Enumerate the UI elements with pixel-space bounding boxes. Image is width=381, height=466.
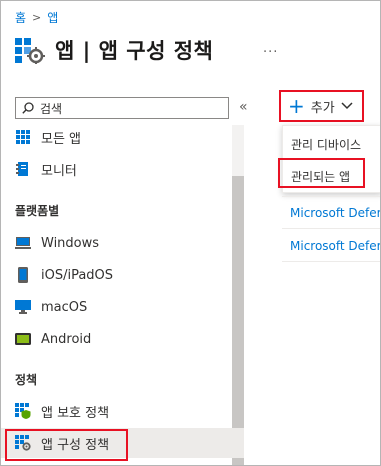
highlight-add-button xyxy=(279,90,364,122)
app-protection-icon xyxy=(15,403,31,419)
policy-link[interactable]: Microsoft Defer xyxy=(290,206,380,220)
sidebar-item-app-protection[interactable]: 앱 보호 정책 xyxy=(1,396,244,426)
search-icon xyxy=(22,102,34,114)
monitor-book-icon xyxy=(15,161,31,177)
app-window: 홈 > 앱 앱 | 앱 구성 정책 ... 검색 « 모든 앱 모니터 플랫폼별… xyxy=(0,0,381,466)
more-options-button[interactable]: ... xyxy=(263,41,278,56)
sidebar-item-label: macOS xyxy=(41,299,88,315)
page-title: 앱 | 앱 구성 정책 xyxy=(55,39,214,63)
highlight-managed-apps xyxy=(278,158,365,188)
app-config-gear-icon xyxy=(15,36,45,64)
sidebar-item-monitor[interactable]: 모니터 xyxy=(1,154,244,184)
macos-monitor-icon xyxy=(15,299,31,315)
sidebar-item-macos[interactable]: macOS xyxy=(1,292,244,322)
ios-phone-icon xyxy=(15,267,31,283)
all-apps-grid-icon xyxy=(15,129,31,145)
menu-item-managed-devices[interactable]: 관리 디바이스 xyxy=(291,136,361,153)
breadcrumb: 홈 > 앱 xyxy=(15,9,58,26)
sidebar-item-all-apps[interactable]: 모든 앱 xyxy=(1,122,244,152)
breadcrumb-separator: > xyxy=(32,11,42,24)
sidebar-item-label: 모든 앱 xyxy=(41,131,82,147)
search-placeholder: 검색 xyxy=(40,101,63,116)
sidebar-item-label: 앱 보호 정책 xyxy=(41,405,110,421)
collapse-sidebar-button[interactable]: « xyxy=(239,99,248,115)
policy-link[interactable]: Microsoft Defer xyxy=(290,239,380,253)
section-header-platform: 플랫폼별 xyxy=(15,204,60,218)
section-header-policy: 정책 xyxy=(15,373,38,387)
android-device-icon xyxy=(15,331,31,347)
sidebar-item-ios[interactable]: iOS/iPadOS xyxy=(1,260,244,290)
table-row[interactable]: Microsoft Defer xyxy=(282,230,380,262)
breadcrumb-home-link[interactable]: 홈 xyxy=(15,9,26,26)
search-input[interactable]: 검색 xyxy=(15,97,229,119)
windows-device-icon xyxy=(15,235,31,251)
sidebar-item-android[interactable]: Android xyxy=(1,324,244,354)
sidebar-item-label: iOS/iPadOS xyxy=(41,267,114,283)
sidebar-item-label: Windows xyxy=(41,235,100,251)
sidebar-item-label: Android xyxy=(41,331,92,347)
page-header: 앱 | 앱 구성 정책 xyxy=(15,35,213,65)
sidebar-item-label: 모니터 xyxy=(41,163,77,179)
sidebar-item-windows[interactable]: Windows xyxy=(1,228,244,258)
highlight-app-config xyxy=(5,429,128,461)
table-row[interactable]: Microsoft Defer xyxy=(282,197,380,229)
breadcrumb-apps-link[interactable]: 앱 xyxy=(47,9,58,26)
